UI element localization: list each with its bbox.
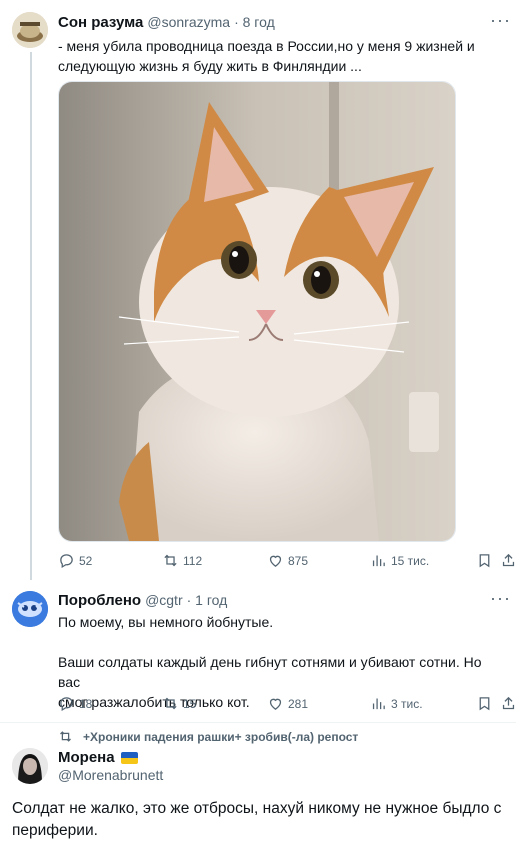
reply-count: 18 (79, 696, 93, 711)
repost-indicator: +Хроники падения рашки+ зробив(-ла) репо… (58, 729, 358, 744)
author-handle[interactable]: @Morenabrunett (58, 767, 163, 783)
like-count: 281 (288, 696, 309, 711)
share-button[interactable] (500, 552, 516, 569)
tweet-text-line: По моему, вы немного йобнутые. (58, 614, 274, 630)
tweet-text-line: следующую жизнь я буду жить в Финляндии … (58, 58, 362, 74)
tweet-time[interactable]: · 8 год (234, 14, 275, 30)
share-icon (502, 553, 515, 567)
tweet-media-cat-photo[interactable] (58, 81, 456, 542)
divider (0, 722, 516, 723)
retweet-icon (60, 731, 71, 742)
heart-icon (269, 555, 282, 567)
thread-line (30, 52, 32, 580)
reply-button[interactable]: 18 (58, 695, 92, 712)
views-icon (372, 555, 385, 567)
tweet1-text: - меня убила проводница поезда в России,… (58, 36, 498, 76)
ukraine-flag-icon (120, 751, 138, 764)
bookmark-icon (479, 554, 490, 568)
author-name[interactable]: Пороблено (58, 592, 141, 609)
avatar-image (12, 748, 48, 784)
tweet2-header: Пороблено @cgtr · 1 год (58, 592, 227, 609)
tweet3-header: Морена (58, 749, 138, 766)
avatar-image (12, 12, 48, 48)
like-count: 875 (288, 553, 309, 568)
author-handle[interactable]: @cgtr (145, 592, 183, 608)
bookmark-button[interactable] (476, 552, 493, 569)
repost-text[interactable]: +Хроники падения рашки+ зробив(-ла) репо… (83, 730, 358, 744)
views-icon (372, 698, 385, 710)
tweet-time[interactable]: · 1 год (187, 592, 228, 608)
tweet3-text: Солдат не жалко, это же отбросы, нахуй н… (12, 798, 507, 842)
tweet1-header: Сон разума @sonrazyma · 8 год (58, 14, 275, 31)
author-name[interactable]: Сон разума (58, 14, 143, 31)
tweet-text-line: Солдат не жалко, это же отбросы, нахуй н… (12, 800, 502, 817)
like-button[interactable]: 875 (267, 552, 308, 569)
like-button[interactable]: 281 (267, 695, 308, 712)
reply-icon (60, 554, 73, 569)
views-count: 15 тис. (391, 553, 430, 568)
cat-photo-icon (59, 82, 455, 541)
retweet-count: 15 (183, 696, 197, 711)
reply-icon (60, 697, 73, 712)
avatar-morena[interactable] (12, 748, 48, 784)
retweet-icon (164, 554, 177, 567)
avatar-son-razuma[interactable] (12, 12, 48, 48)
reply-button[interactable]: 52 (58, 552, 92, 569)
tweet-text-line: - меня убила проводница поезда в России,… (58, 38, 475, 54)
more-options-icon[interactable]: ··· (490, 588, 511, 609)
views-button[interactable]: 15 тис. (370, 552, 429, 569)
views-count: 3 тис. (391, 696, 423, 711)
avatar-image (12, 591, 48, 627)
views-button[interactable]: 3 тис. (370, 695, 423, 712)
bookmark-icon (479, 697, 490, 711)
author-name[interactable]: Морена (58, 749, 115, 766)
share-icon (502, 696, 515, 710)
tweet-text-line: периферии. (12, 822, 98, 839)
reply-count: 52 (79, 553, 93, 568)
avatar-porobleno[interactable] (12, 591, 48, 627)
tweet-text-line: Ваши солдаты каждый день гибнут сотнями … (58, 654, 482, 690)
share-button[interactable] (500, 695, 516, 712)
retweet-icon (164, 697, 177, 710)
bookmark-button[interactable] (476, 695, 493, 712)
retweet-button[interactable]: 112 (162, 552, 202, 569)
retweet-count: 112 (183, 553, 203, 568)
author-handle[interactable]: @sonrazyma (147, 14, 230, 30)
more-options-icon[interactable]: ··· (490, 10, 511, 31)
retweet-button[interactable]: 15 (162, 695, 196, 712)
heart-icon (269, 698, 282, 710)
